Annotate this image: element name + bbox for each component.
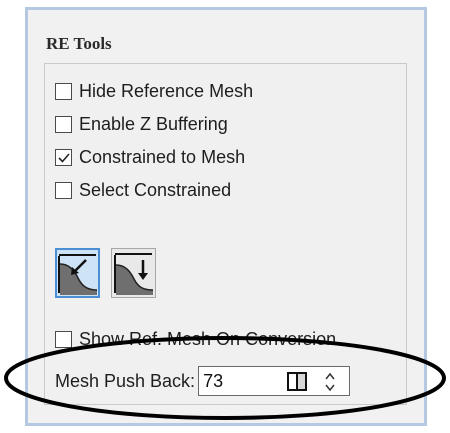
constrained-to-mesh-checkbox[interactable] (55, 148, 72, 166)
panel-title: RE Tools (46, 34, 112, 53)
checkbox-row-constrained-to-mesh[interactable]: Constrained to Mesh (55, 145, 245, 169)
column-bar-icon (287, 372, 308, 391)
enable-z-buffering-label: Enable Z Buffering (79, 113, 228, 134)
options-group: Hide Reference Mesh Enable Z Buffering C… (44, 63, 407, 405)
constrained-to-mesh-label: Constrained to Mesh (79, 146, 246, 167)
select-constrained-checkbox[interactable] (55, 181, 72, 199)
push-down-mesh-button[interactable] (111, 248, 156, 298)
mesh-push-back-value[interactable]: 73 (203, 371, 223, 392)
checkmark-icon (58, 152, 70, 163)
checkbox-row-hide-reference-mesh[interactable]: Hide Reference Mesh (55, 79, 253, 103)
mesh-push-back-label: Mesh Push Back: (55, 370, 196, 391)
hide-reference-mesh-checkbox[interactable] (55, 82, 72, 100)
push-toward-mesh-icon (58, 254, 98, 295)
hide-reference-mesh-label: Hide Reference Mesh (79, 80, 254, 101)
push-down-mesh-icon (114, 253, 154, 295)
re-tools-panel: RE Tools Hide Reference Mesh Enable Z Bu… (25, 7, 427, 426)
checkbox-row-enable-z-buffering[interactable]: Enable Z Buffering (55, 112, 228, 136)
checkbox-row-show-ref-mesh-on-conversion[interactable]: Show Ref. Mesh On Conversion (55, 327, 336, 351)
push-toward-mesh-button[interactable] (55, 248, 100, 298)
checkbox-row-select-constrained[interactable]: Select Constrained (55, 178, 231, 202)
mesh-push-back-spinner[interactable]: 73 (198, 366, 351, 396)
enable-z-buffering-checkbox[interactable] (55, 115, 72, 133)
mesh-push-back-row: Mesh Push Back: 73 (55, 364, 351, 398)
show-ref-mesh-on-conversion-label: Show Ref. Mesh On Conversion (79, 328, 337, 349)
select-constrained-label: Select Constrained (79, 179, 232, 200)
show-ref-mesh-on-conversion-checkbox[interactable] (55, 330, 72, 348)
spinner-arrows-icon[interactable] (323, 371, 337, 393)
